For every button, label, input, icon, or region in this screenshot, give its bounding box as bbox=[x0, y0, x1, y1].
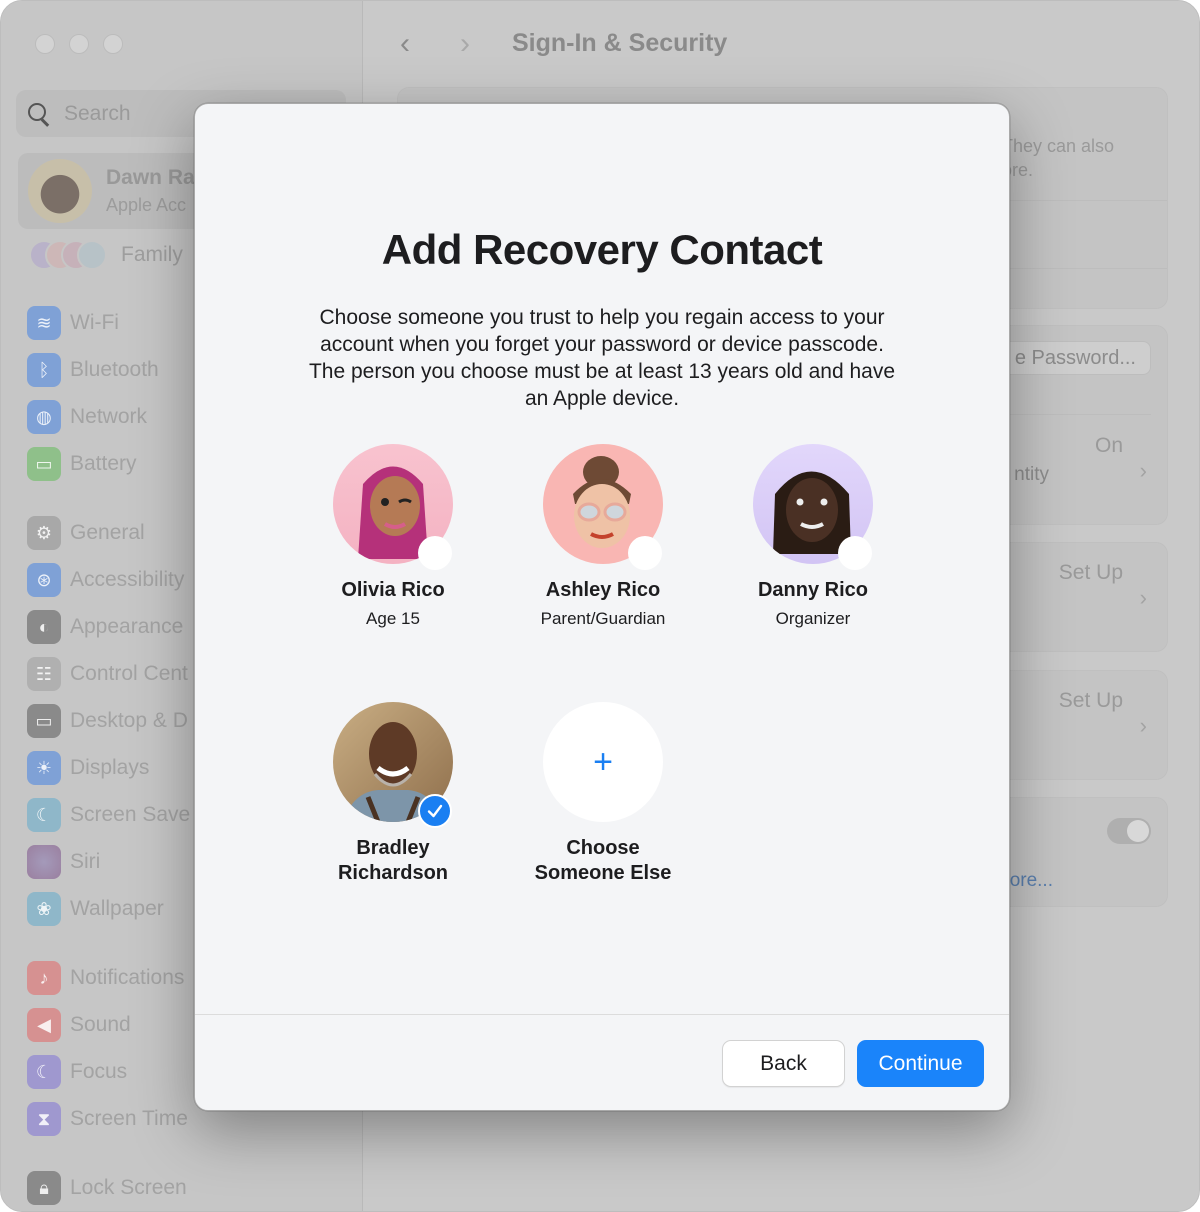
identity-label: ntity bbox=[1014, 464, 1049, 485]
identity-status: On bbox=[1094, 434, 1123, 457]
sidebar-item-family[interactable]: Family bbox=[29, 237, 183, 273]
contact-avatar bbox=[753, 444, 873, 570]
zoom-window-button[interactable] bbox=[103, 34, 123, 54]
sidebar-item-wifi[interactable]: ≋ Wi-Fi bbox=[27, 306, 119, 340]
family-avatar bbox=[77, 240, 107, 270]
sidebar-item-general[interactable]: ⚙ General bbox=[27, 516, 145, 550]
selection-indicator bbox=[838, 536, 872, 570]
family-label: Family bbox=[121, 243, 183, 266]
dialog-title: Add Recovery Contact bbox=[381, 226, 823, 273]
contact-avatar bbox=[543, 444, 663, 570]
hourglass-icon: ⧗ bbox=[27, 1102, 61, 1136]
contact-danny-rico[interactable]: Danny Rico Organizer bbox=[703, 444, 923, 629]
sidebar-item-control-center[interactable]: ☷ Control Cent bbox=[27, 657, 188, 691]
contact-name: Olivia Rico bbox=[341, 579, 445, 601]
contact-role: Parent/Guardian bbox=[540, 609, 666, 628]
lock-icon: 🔒︎ bbox=[27, 1171, 61, 1205]
plus-icon: + bbox=[593, 742, 613, 781]
screen-saver-icon: ☾ bbox=[27, 798, 61, 832]
contact-role: Age 15 bbox=[366, 609, 420, 628]
close-window-button[interactable] bbox=[35, 34, 55, 54]
sidebar-item-battery[interactable]: ▭ Battery bbox=[27, 447, 137, 481]
sidebar-item-screen-saver[interactable]: ☾ Screen Save bbox=[27, 798, 190, 832]
sidebar-item-appearance[interactable]: ◐ Appearance bbox=[27, 610, 183, 644]
bell-icon: ♪ bbox=[27, 961, 61, 995]
sidebar-item-displays[interactable]: ☀ Displays bbox=[27, 751, 149, 785]
search-icon bbox=[28, 102, 50, 125]
change-password-button[interactable]: e Password... bbox=[999, 341, 1151, 375]
contact-olivia-rico[interactable]: Olivia Rico Age 15 bbox=[283, 444, 503, 629]
sidebar-item-sound[interactable]: ◀ Sound bbox=[27, 1008, 131, 1042]
account-name: Dawn Ra bbox=[106, 166, 195, 189]
account-subtitle: Apple Acc bbox=[106, 195, 187, 215]
desktop-dock-icon: ▭ bbox=[27, 704, 61, 738]
sidebar-item-notifications[interactable]: ♪ Notifications bbox=[27, 961, 184, 995]
feature-toggle[interactable] bbox=[1107, 818, 1151, 844]
chevron-right-icon[interactable]: › bbox=[1140, 458, 1147, 484]
choose-else-label: Choose Someone Else bbox=[534, 837, 672, 884]
sidebar-item-desktop-dock[interactable]: ▭ Desktop & D bbox=[27, 704, 188, 738]
sidebar-item-bluetooth[interactable]: ᛒ Bluetooth bbox=[27, 353, 159, 387]
back-button[interactable]: Back bbox=[722, 1040, 845, 1087]
siri-icon bbox=[27, 845, 61, 879]
sidebar-item-focus[interactable]: ☾ Focus bbox=[27, 1055, 127, 1089]
control-center-icon: ☷ bbox=[27, 657, 61, 691]
flower-icon: ❀ bbox=[27, 892, 61, 926]
minimize-window-button[interactable] bbox=[69, 34, 89, 54]
sidebar-item-network[interactable]: ◍ Network bbox=[27, 400, 147, 434]
learn-more-link[interactable]: ore... bbox=[1010, 870, 1053, 892]
continue-button[interactable]: Continue bbox=[857, 1040, 984, 1087]
contact-name: Bradley Richardson bbox=[337, 837, 449, 884]
footer-divider bbox=[195, 1014, 1009, 1015]
contact-avatar bbox=[333, 702, 453, 828]
selection-indicator bbox=[418, 536, 452, 570]
traffic-lights bbox=[35, 34, 123, 54]
card-description: They can also ore. bbox=[1002, 136, 1115, 180]
chevron-right-icon: › bbox=[1139, 585, 1147, 610]
setup-label: Set Up bbox=[1058, 689, 1123, 712]
contact-ashley-rico[interactable]: Ashley Rico Parent/Guardian bbox=[493, 444, 713, 629]
appearance-icon: ◐ bbox=[27, 610, 61, 644]
dialog-description: Choose someone you trust to help you reg… bbox=[308, 306, 896, 410]
selection-indicator bbox=[628, 536, 662, 570]
sidebar-item-wallpaper[interactable]: ❀ Wallpaper bbox=[27, 892, 164, 926]
setup-label: Set Up bbox=[1058, 561, 1123, 584]
back-nav-button[interactable]: ‹ bbox=[400, 27, 410, 61]
selected-checkmark bbox=[418, 794, 452, 828]
speaker-icon: ◀ bbox=[27, 1008, 61, 1042]
accessibility-icon: ⊛ bbox=[27, 563, 61, 597]
add-contact-circle[interactable]: + bbox=[543, 702, 663, 822]
sun-icon: ☀ bbox=[27, 751, 61, 785]
sidebar-item-screen-time[interactable]: ⧗ Screen Time bbox=[27, 1102, 188, 1136]
forward-nav-button[interactable]: › bbox=[460, 27, 470, 61]
choose-someone-else-button[interactable]: + Choose Someone Else bbox=[493, 702, 713, 886]
contact-name: Ashley Rico bbox=[545, 579, 661, 601]
contact-role: Organizer bbox=[775, 609, 851, 628]
globe-icon: ◍ bbox=[27, 400, 61, 434]
checkmark-icon bbox=[427, 804, 443, 818]
page-title: Sign-In & Security bbox=[512, 29, 728, 57]
chevron-right-icon: › bbox=[1139, 713, 1147, 738]
sidebar-item-lock-screen[interactable]: 🔒︎ Lock Screen bbox=[27, 1171, 187, 1205]
add-recovery-contact-dialog: Add Recovery Contact Choose someone you … bbox=[194, 103, 1010, 1111]
bluetooth-icon: ᛒ bbox=[27, 353, 61, 387]
sidebar-item-accessibility[interactable]: ⊛ Accessibility bbox=[27, 563, 184, 597]
contact-name: Danny Rico bbox=[757, 579, 869, 601]
gear-icon: ⚙ bbox=[27, 516, 61, 550]
contact-avatar bbox=[333, 444, 453, 570]
account-avatar bbox=[28, 159, 92, 223]
system-settings-window: Search Dawn Ra Apple Acc Family ≋ Wi-Fi … bbox=[0, 0, 1200, 1212]
battery-icon: ▭ bbox=[27, 447, 61, 481]
search-placeholder: Search bbox=[64, 101, 131, 125]
sidebar-item-siri[interactable]: Siri bbox=[27, 845, 100, 879]
contact-bradley-richardson[interactable]: Bradley Richardson bbox=[283, 702, 503, 886]
wifi-icon: ≋ bbox=[27, 306, 61, 340]
moon-icon: ☾ bbox=[27, 1055, 61, 1089]
